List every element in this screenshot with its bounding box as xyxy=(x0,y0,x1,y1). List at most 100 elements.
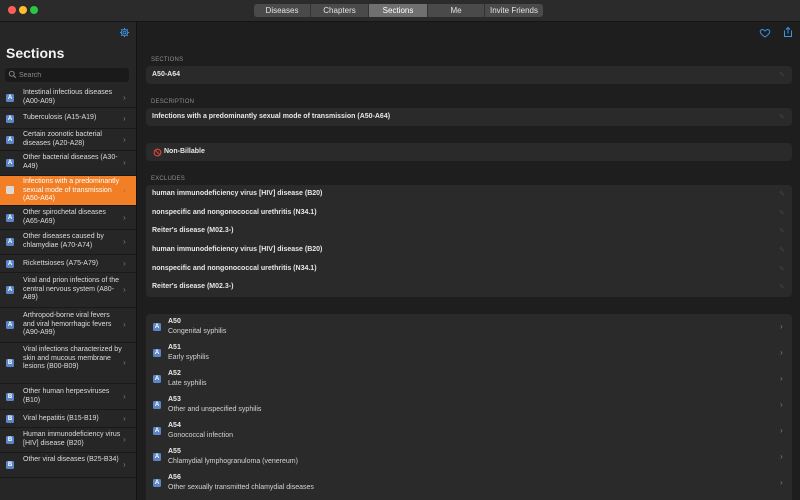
chevron-right-icon: › xyxy=(123,114,126,123)
list-item[interactable]: A Other diseases caused by chlamydiae (A… xyxy=(0,230,136,255)
category-name: Early syphilis xyxy=(168,354,209,361)
main-tab-control: Diseases Chapters Sections Me Invite Fri… xyxy=(254,4,543,17)
share-icon[interactable] xyxy=(782,26,794,38)
section-badge-icon: B xyxy=(6,415,14,423)
exclude-text: nonspecific and nongonococcal urethritis… xyxy=(152,208,317,216)
heart-icon[interactable] xyxy=(759,27,771,39)
chevron-right-icon: › xyxy=(123,460,126,469)
edit-icon: ✎ xyxy=(779,72,785,79)
list-item[interactable]: A Other spirochetal diseases (A65-A69) › xyxy=(0,206,136,230)
category-item[interactable]: A A53 Other and unspecified syphilis › xyxy=(146,392,792,418)
tab-me[interactable]: Me xyxy=(428,4,485,17)
tab-diseases[interactable]: Diseases xyxy=(254,4,311,17)
category-name: Chlamydial lymphogranuloma (venereum) xyxy=(168,458,298,465)
category-item[interactable]: A A56 Other sexually transmitted chlamyd… xyxy=(146,470,792,496)
category-name: Other and unspecified syphilis xyxy=(168,406,262,413)
search-field xyxy=(5,68,129,82)
section-badge-icon: A xyxy=(6,186,14,194)
exclude-row[interactable]: Reiter's disease (M02.3-) ✎ xyxy=(146,222,792,241)
tab-chapters[interactable]: Chapters xyxy=(311,4,369,17)
category-item[interactable]: A A52 Late syphilis › xyxy=(146,366,792,392)
gear-icon[interactable] xyxy=(119,27,130,38)
category-code: A55 xyxy=(168,448,181,455)
tab-invite-friends[interactable]: Invite Friends xyxy=(485,4,543,17)
exclude-row[interactable]: human immunodeficiency virus [HIV] disea… xyxy=(146,241,792,260)
section-badge-icon: A xyxy=(6,136,14,144)
tab-sections[interactable]: Sections xyxy=(369,4,428,17)
sidebar-title: Sections xyxy=(6,45,65,61)
section-badge-icon: B xyxy=(6,461,14,469)
search-input[interactable] xyxy=(19,69,124,81)
description-card: Infections with a predominantly sexual m… xyxy=(146,108,792,126)
section-badge-icon: A xyxy=(6,260,14,268)
exclude-text: Reiter's disease (M02.3-) xyxy=(152,283,234,291)
category-badge-icon: A xyxy=(153,427,161,435)
category-name: Congenital syphilis xyxy=(168,328,227,335)
chevron-right-icon: › xyxy=(780,374,783,383)
section-badge-icon: B xyxy=(6,359,14,367)
section-badge-icon: A xyxy=(6,159,14,167)
chevron-right-icon: › xyxy=(123,392,126,401)
minimize-window-button[interactable] xyxy=(19,6,27,14)
category-code: A51 xyxy=(168,344,181,351)
exclude-row[interactable]: nonspecific and nongonococcal urethritis… xyxy=(146,260,792,279)
category-item[interactable]: A A54 Gonococcal infection › xyxy=(146,418,792,444)
list-item-label: Human immunodeficiency virus [HIV] disea… xyxy=(23,431,121,447)
section-badge-icon: A xyxy=(6,321,14,329)
list-item[interactable]: A Certain zoonotic bacterial diseases (A… xyxy=(0,129,136,151)
section-badge-icon: B xyxy=(6,393,14,401)
exclude-text: human immunodeficiency virus [HIV] disea… xyxy=(152,190,323,197)
search-icon xyxy=(8,70,17,79)
list-item-label: Viral hepatitis (B15-B19) xyxy=(23,415,99,422)
exclude-row[interactable]: nonspecific and nongonococcal urethritis… xyxy=(146,204,792,223)
category-badge-icon: A xyxy=(153,323,161,331)
list-item-selected[interactable]: A Infections with a predominantly sexual… xyxy=(0,176,136,206)
list-item[interactable]: A Viral and prion infections of the cent… xyxy=(0,273,136,308)
section-list: A Intestinal infectious diseases (A00-A0… xyxy=(0,87,136,478)
chevron-right-icon: › xyxy=(123,414,126,423)
category-item[interactable]: A A55 Chlamydial lymphogranuloma (venere… xyxy=(146,444,792,470)
zoom-window-button[interactable] xyxy=(30,6,38,14)
list-item[interactable]: A Tuberculosis (A15-A19) › xyxy=(0,108,136,129)
chevron-right-icon: › xyxy=(123,213,126,222)
edit-icon: ✎ xyxy=(779,209,785,217)
category-badge-icon: A xyxy=(153,453,161,461)
list-item[interactable]: A Rickettsioses (A75-A79) › xyxy=(0,255,136,273)
list-item[interactable]: B Human immunodeficiency virus [HIV] dis… xyxy=(0,428,136,453)
categories-card: A A50 Congenital syphilis › A A51 Early … xyxy=(146,314,792,500)
section-badge-icon: A xyxy=(6,94,14,102)
edit-icon: ✎ xyxy=(779,265,785,273)
sections-card: A50-A64 ✎ xyxy=(146,66,792,84)
chevron-right-icon: › xyxy=(123,435,126,444)
list-item[interactable]: A Intestinal infectious diseases (A00-A0… xyxy=(0,87,136,108)
section-badge-icon: A xyxy=(6,214,14,222)
list-item-label: Certain zoonotic bacterial diseases (A20… xyxy=(23,131,102,147)
sections-label: SECTIONS xyxy=(151,57,184,63)
exclude-text: human immunodeficiency virus [HIV] disea… xyxy=(152,246,323,254)
list-item[interactable]: A Other bacterial diseases (A30-A49) › xyxy=(0,151,136,176)
chevron-right-icon: › xyxy=(123,320,126,329)
close-window-button[interactable] xyxy=(8,6,16,14)
chevron-right-icon: › xyxy=(123,237,126,246)
exclude-row[interactable]: Reiter's disease (M02.3-) ✎ xyxy=(146,278,792,297)
sidebar: Sections A Intestinal infectious disease… xyxy=(0,22,137,500)
detail-pane: SECTIONS A50-A64 ✎ DESCRIPTION Infection… xyxy=(138,22,800,500)
list-item[interactable]: B Other human herpesviruses (B10) › xyxy=(0,384,136,410)
category-item[interactable]: A A51 Early syphilis › xyxy=(146,340,792,366)
list-item[interactable]: B Viral infections characterized by skin… xyxy=(0,343,136,384)
list-item[interactable]: B Viral hepatitis (B15-B19) › xyxy=(0,410,136,428)
category-code: A52 xyxy=(168,370,181,377)
prohibited-icon xyxy=(153,148,162,157)
category-code: A56 xyxy=(168,474,181,481)
list-item-label: Intestinal infectious diseases (A00-A09) xyxy=(23,89,113,105)
chevron-right-icon: › xyxy=(780,400,783,409)
list-item[interactable]: B Other viral diseases (B25-B34) › xyxy=(0,453,136,478)
list-item[interactable]: A Arthropod-borne viral fevers and viral… xyxy=(0,308,136,343)
category-badge-icon: A xyxy=(153,479,161,487)
category-item[interactable]: A A50 Congenital syphilis › xyxy=(146,314,792,340)
chevron-right-icon: › xyxy=(123,135,126,144)
sections-value: A50-A64 xyxy=(152,71,181,78)
list-item-label: Infections with a predominantly sexual m… xyxy=(23,178,120,202)
exclude-row[interactable]: human immunodeficiency virus [HIV] disea… xyxy=(146,185,792,204)
chevron-right-icon: › xyxy=(123,158,126,167)
